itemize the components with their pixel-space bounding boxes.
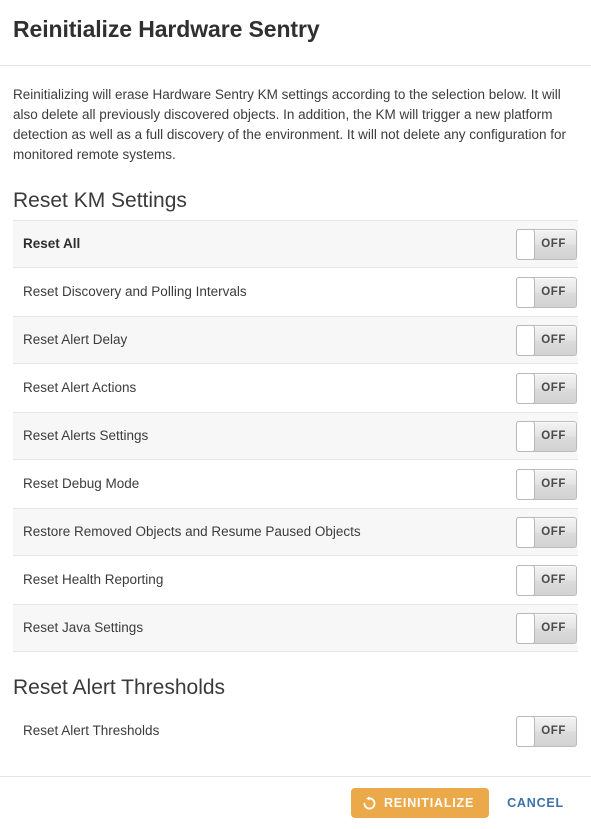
settings-sections: Reset KM Settings Reset All OFF Reset Disco… (13, 165, 578, 755)
dialog-header: Reinitialize Hardware Sentry (0, 0, 591, 66)
setting-label: Reset Alert Delay (23, 332, 128, 347)
setting-label: Reset All (23, 236, 81, 251)
toggle-state-label: OFF (541, 478, 566, 490)
setting-label: Reset Health Reporting (23, 572, 164, 587)
section-heading: Reset KM Settings (13, 189, 187, 212)
setting-row: Reset Alert Thresholds OFF (13, 707, 578, 755)
toggle-state-label: OFF (541, 286, 566, 298)
section-heading: Reset Alert Thresholds (13, 676, 226, 699)
setting-label: Reset Alerts Settings (23, 428, 149, 443)
toggle-knob[interactable] (516, 468, 535, 500)
setting-toggle[interactable]: OFF (516, 612, 577, 644)
setting-toggle[interactable]: OFF (516, 564, 577, 596)
toggle-state-label: OFF (541, 574, 566, 586)
setting-toggle[interactable]: OFF (516, 468, 577, 500)
toggle-knob[interactable] (516, 516, 535, 548)
toggle-state-label: OFF (541, 238, 566, 250)
setting-row: Reset Alert Delay OFF (13, 316, 578, 364)
toggle-knob[interactable] (516, 276, 535, 308)
dialog-footer: REINITIALIZE CANCEL (0, 776, 591, 829)
toggle-state-label: OFF (541, 382, 566, 394)
setting-row: Reset Alert Actions OFF (13, 364, 578, 412)
toggle-state-label: OFF (541, 725, 566, 737)
setting-row: Reset Discovery and Polling Intervals OFF (13, 268, 578, 316)
toggle-knob[interactable] (516, 228, 535, 260)
toggle-knob[interactable] (516, 372, 535, 404)
dialog-body: Reinitializing will erase Hardware Sentr… (0, 66, 591, 776)
reinitialize-dialog: Reinitialize Hardware Sentry Reinitializ… (0, 0, 591, 829)
settings-list: Reset All OFF Reset Discovery and Polling … (13, 220, 578, 652)
setting-toggle[interactable]: OFF (516, 276, 577, 308)
setting-toggle[interactable]: OFF (516, 420, 577, 452)
setting-toggle[interactable]: OFF (516, 324, 577, 356)
setting-label: Reset Discovery and Polling Intervals (23, 284, 247, 299)
reinitialize-button[interactable]: REINITIALIZE (350, 788, 490, 818)
setting-label: Reset Alert Actions (23, 380, 137, 395)
cancel-button[interactable]: CANCEL (493, 788, 578, 818)
setting-row: Reset All OFF (13, 220, 578, 268)
rotate-left-icon (362, 795, 377, 811)
dialog-description: Reinitializing will erase Hardware Sentr… (13, 87, 567, 162)
toggle-state-label: OFF (541, 622, 566, 634)
setting-row: Reset Debug Mode OFF (13, 460, 578, 508)
toggle-knob[interactable] (516, 420, 535, 452)
toggle-knob[interactable] (516, 324, 535, 356)
setting-label: Reset Debug Mode (23, 476, 140, 491)
setting-label: Reset Java Settings (23, 620, 144, 635)
setting-row: Restore Removed Objects and Resume Pause… (13, 508, 578, 556)
setting-toggle[interactable]: OFF (516, 372, 577, 404)
setting-row: Reset Alerts Settings OFF (13, 412, 578, 460)
setting-row: Reset Java Settings OFF (13, 604, 578, 652)
toggle-state-label: OFF (541, 334, 566, 346)
page-title: Reinitialize Hardware Sentry (13, 16, 320, 42)
toggle-state-label: OFF (541, 526, 566, 538)
setting-label: Restore Removed Objects and Resume Pause… (23, 524, 361, 539)
setting-toggle[interactable]: OFF (516, 715, 577, 747)
toggle-knob[interactable] (516, 715, 535, 747)
setting-toggle[interactable]: OFF (516, 228, 577, 260)
toggle-knob[interactable] (516, 612, 535, 644)
reinitialize-button-label: REINITIALIZE (383, 796, 475, 810)
toggle-state-label: OFF (541, 430, 566, 442)
setting-label: Reset Alert Thresholds (23, 723, 160, 738)
settings-list: Reset Alert Thresholds OFF (13, 707, 578, 755)
setting-row: Reset Health Reporting OFF (13, 556, 578, 604)
setting-toggle[interactable]: OFF (516, 516, 577, 548)
toggle-knob[interactable] (516, 564, 535, 596)
